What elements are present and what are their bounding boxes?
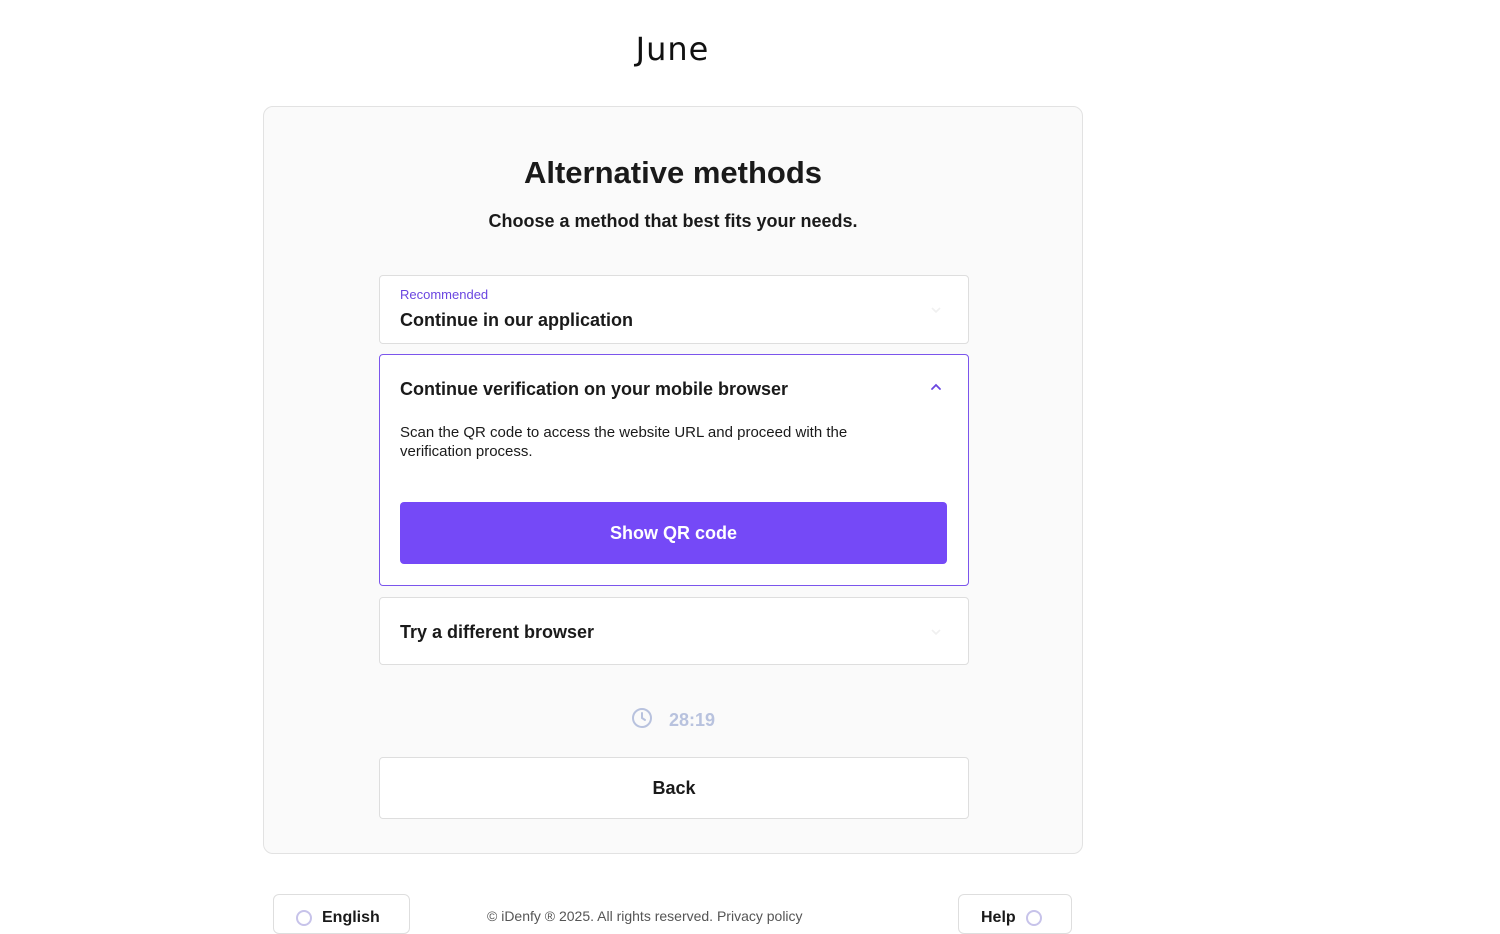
clock-icon [631, 707, 653, 734]
page-title: Alternative methods [523, 155, 822, 190]
recommended-badge: Recommended [400, 287, 489, 302]
page-subtitle: Choose a method that best fits your need… [488, 211, 858, 231]
language-selector[interactable]: English [273, 894, 410, 934]
session-timer: 28:19 [264, 707, 1082, 734]
footer-copyright: © iDenfy ® 2025. All rights reserved. Pr… [487, 908, 803, 924]
globe-icon [296, 910, 312, 926]
option-continue-in-app[interactable]: Recommended Continue in our application [379, 275, 969, 344]
option-title: Try a different browser [400, 622, 595, 642]
option-title: Continue in our application [400, 310, 633, 330]
chevron-up-icon[interactable] [928, 379, 944, 395]
language-label: English [322, 909, 380, 926]
option-title: Continue verification on your mobile bro… [400, 379, 789, 399]
option-mobile-browser[interactable]: Continue verification on your mobile bro… [379, 354, 969, 586]
timer-value: 28:19 [668, 710, 716, 730]
chevron-down-icon[interactable] [928, 302, 944, 318]
option-description: Scan the QR code to access the website U… [400, 424, 848, 460]
help-button[interactable]: Help [958, 894, 1072, 934]
brand-logo: June [635, 30, 710, 68]
show-qr-code-button[interactable]: Show QR code [400, 502, 947, 564]
verification-card: Alternative methods Choose a method that… [263, 106, 1083, 854]
chevron-down-icon[interactable] [928, 624, 944, 640]
help-icon [1025, 910, 1042, 926]
back-button[interactable]: Back [379, 757, 969, 819]
option-different-browser[interactable]: Try a different browser [379, 597, 969, 665]
help-label: Help [981, 909, 1016, 926]
